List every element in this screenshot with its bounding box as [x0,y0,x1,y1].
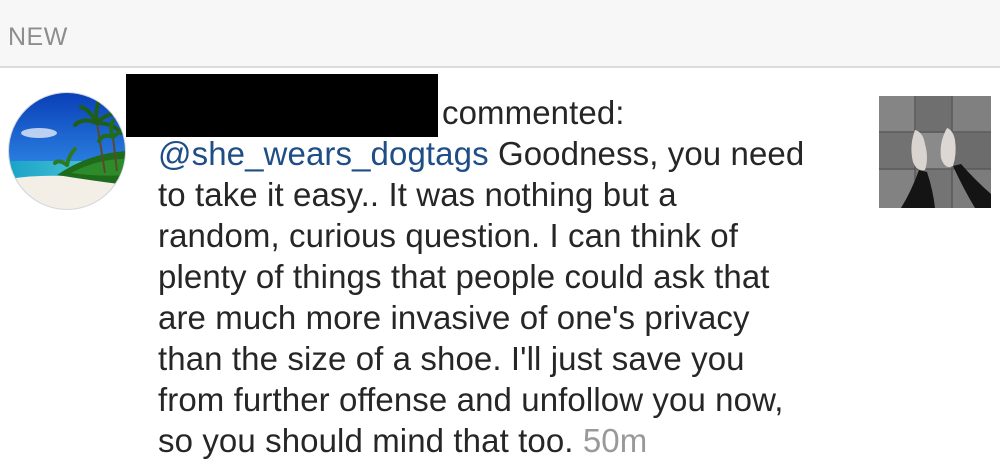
comment-line-8-text: so you should mind that too. [158,422,574,459]
comment-line-3: random, curious question. I can think of [158,217,738,254]
comment-notification[interactable]: commented: @she_wears_dogtags Goodness, … [0,68,1000,469]
timestamp: 50m [582,422,648,459]
comment-line-2: to take it easy.. It was nothing but a [158,176,677,213]
comment-line-8: so you should mind that too. 50m [158,420,863,461]
comment-line-4: plenty of things that people could ask t… [158,258,770,295]
mention-link[interactable]: @she_wears_dogtags [158,135,489,172]
bare-feet-tile-floor-photo[interactable] [879,96,991,208]
section-header: NEW [0,0,1000,68]
comment-line-7: from further offense and unfollow you no… [158,381,784,418]
comment-text: commented: @she_wears_dogtags Goodness, … [158,92,863,461]
comment-verb: commented: [442,94,625,131]
comment-line-6: than the size of a shoe. I'll just save … [158,340,745,377]
comment-line-1-text: Goodness, you need [488,135,805,172]
beach-palm-avatar-icon[interactable] [8,92,126,210]
comment-line-1: @she_wears_dogtags Goodness, you need [158,133,863,174]
comment-line-5: are much more invasive of one's privacy [158,299,750,336]
section-title: NEW [8,23,68,51]
